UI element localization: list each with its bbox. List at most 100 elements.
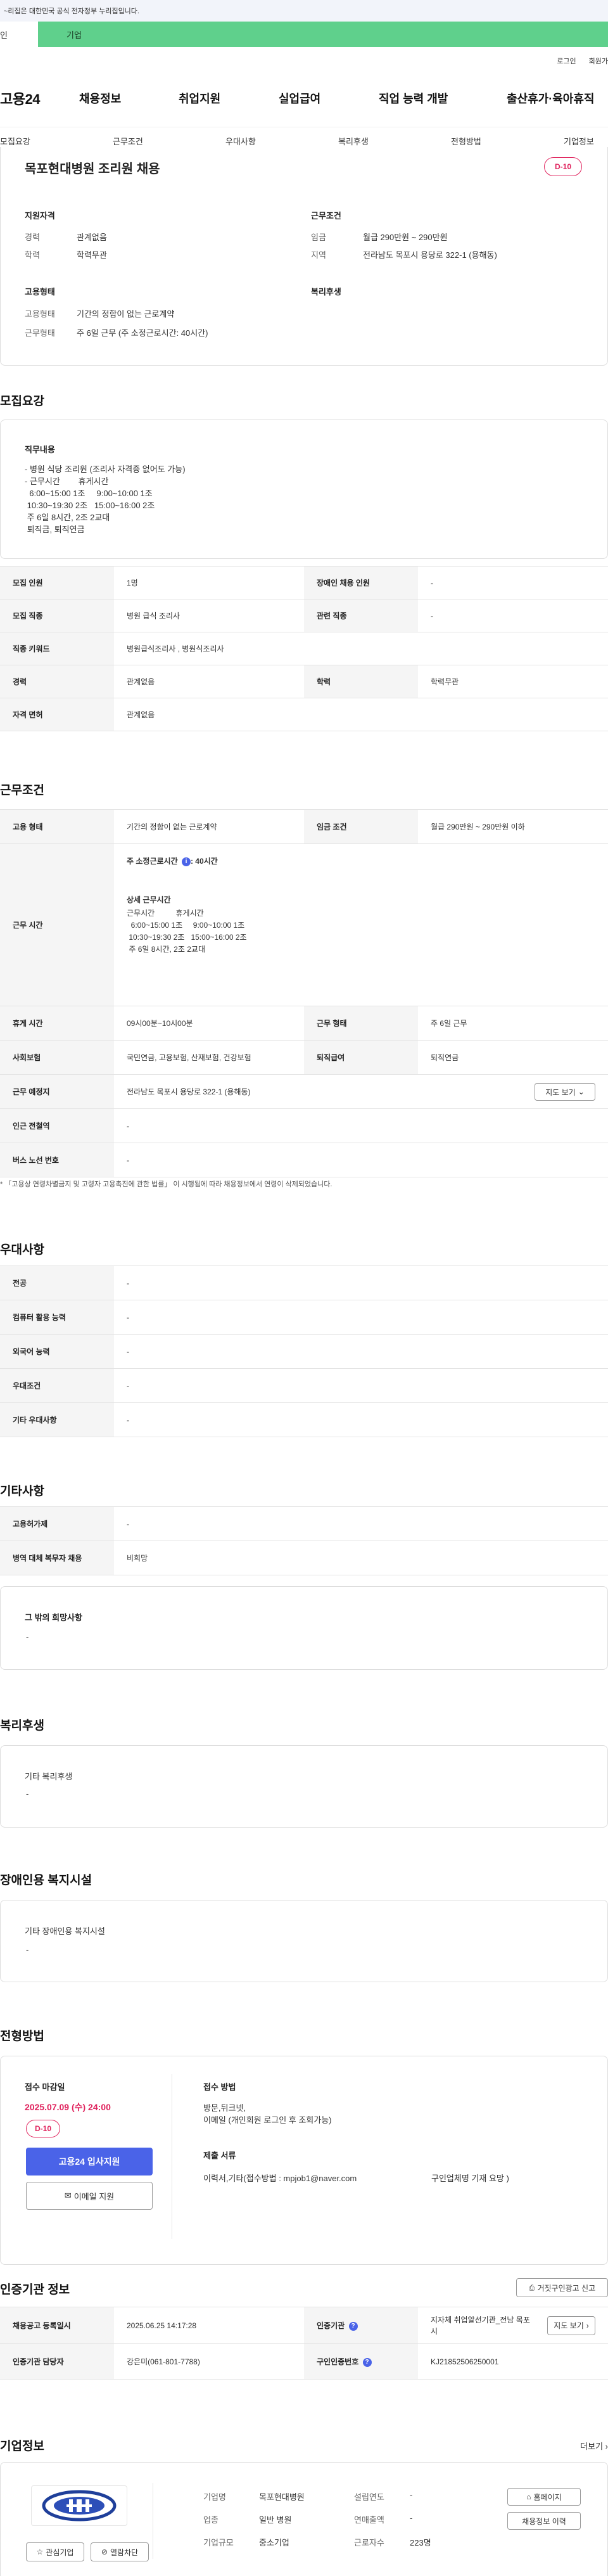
report-fake-ad-button[interactable]: ⎙ 거짓구인광고 신고 — [516, 2278, 608, 2297]
duty-head: 직무내용 — [25, 445, 55, 454]
section-title-etc: 기타사항 — [0, 1485, 44, 1498]
table-row: 우대조건 - — [0, 1368, 608, 1403]
docs-value: 이력서,기타(접수방법 : mpjob1@naver.com — [203, 2174, 357, 2183]
anchor-preference[interactable]: 우대사항 — [225, 135, 256, 147]
sales-value: - — [410, 2513, 413, 2523]
gnb-item-jobs[interactable]: 채용정보 — [79, 90, 121, 106]
company-more-link[interactable]: 더보기 › — [580, 2440, 608, 2452]
size-label: 기업규모 — [203, 2538, 234, 2547]
region-value: 전라남도 목포시 용당로 322-1 (용해동) — [363, 250, 497, 260]
table-row: 병역 대체 복무자 채용 비희망 — [0, 1541, 608, 1575]
cell-label: 채용공고 등록일시 — [0, 2307, 114, 2344]
gnb-item-training[interactable]: 직업 능력 개발 — [379, 90, 448, 106]
homepage-button[interactable]: ⌂ 홈페이지 — [507, 2488, 581, 2506]
info-icon[interactable]: ? — [362, 2357, 372, 2367]
docs-value-2: 구인업체명 기재 요망 ) — [431, 2174, 509, 2183]
util-links: 로그인 회원가 — [557, 56, 608, 66]
company-name-label: 기업명 — [203, 2492, 226, 2502]
gnb-item-parental-leave[interactable]: 출산휴가·육아휴직 — [507, 90, 594, 106]
cell-value: KJ21852506250001 — [418, 2343, 608, 2380]
conditions-table: 고용 형태 기간의 정함이 없는 근로계약 임금 조건 월급 290만원 ~ 2… — [0, 809, 608, 1177]
table-row: 고용 형태 기간의 정함이 없는 근로계약 임금 조건 월급 290만원 ~ 2… — [0, 809, 608, 844]
anchor-recruit[interactable]: 모집요강 — [0, 135, 30, 147]
info-icon[interactable]: ? — [348, 2321, 358, 2331]
site-logo[interactable]: 고용24 — [0, 88, 40, 108]
cell-value: - — [114, 1368, 608, 1403]
gnb-item-employment-support[interactable]: 취업지원 — [179, 90, 220, 106]
table-row: 컴퓨터 활용 능력 - — [0, 1300, 608, 1335]
tab-company[interactable]: 기업 — [38, 22, 608, 47]
join-link[interactable]: 회원가 — [589, 56, 608, 66]
welfare-card-head: 기타 복리후생 — [25, 1772, 73, 1781]
anchor-screening[interactable]: 전형방법 — [451, 135, 481, 147]
cond-head: 근무조건 — [311, 211, 341, 221]
cell-value: 기간의 정함이 없는 근로계약 — [114, 809, 304, 844]
cell-label: 외국어 능력 — [0, 1334, 114, 1369]
cell-value: 학력무관 — [418, 665, 608, 698]
cell-label: 컴퓨터 활용 능력 — [0, 1300, 114, 1335]
anchor-company[interactable]: 기업정보 — [564, 135, 594, 147]
summary-card: 목포현대병원 조리원 채용 D-10 지원자격 경력 관계없음 학력 학력무관 … — [0, 147, 608, 366]
jobs-history-button[interactable]: 채용정보 이력 — [507, 2512, 581, 2530]
emptype-label: 고용형태 — [25, 309, 55, 319]
cell-label: 퇴직급여 — [304, 1040, 418, 1075]
cell-value: 2025.06.25 14:17:28 — [114, 2307, 304, 2344]
company-logo — [31, 2485, 127, 2526]
map-button[interactable]: 지도 보기 ⌄ — [535, 1083, 595, 1101]
cell-label: 고용 형태 — [0, 809, 114, 844]
other-wishes-value: - — [26, 1632, 29, 1642]
cell-label: 근무 형태 — [304, 1006, 418, 1041]
info-icon[interactable]: i — [181, 857, 191, 866]
global-nav: 고용24 채용정보 취업지원 실업급여 직업 능력 개발 출산휴가·육아휴직 — [0, 86, 608, 111]
edu-label: 학력 — [25, 250, 40, 260]
employees-value: 223명 — [410, 2538, 431, 2547]
qual-head: 지원자격 — [25, 211, 55, 221]
cell-label: 근무 예정지 — [0, 1074, 114, 1109]
screening-card: 접수 마감일 2025.07.09 (수) 24:00 D-10 고용24 입사… — [0, 2056, 608, 2265]
cell-label: 고용허가제 — [0, 1506, 114, 1541]
apply-button[interactable]: 고용24 입사지원 — [26, 2148, 153, 2176]
cell-value: 병원 급식 조리사 — [114, 599, 304, 632]
gnb-item-unemployment[interactable]: 실업급여 — [279, 90, 320, 106]
founded-value: - — [410, 2490, 413, 2500]
industry-label: 업종 — [203, 2515, 218, 2525]
table-row: 외국어 능력 - — [0, 1334, 608, 1369]
cell-label: 구인인증번호 ? — [304, 2343, 418, 2380]
cert-map-button[interactable]: 지도 보기 › — [547, 2316, 595, 2335]
welfare-card: 기타 복리후생 - — [0, 1745, 608, 1828]
cell-value: - — [114, 1402, 608, 1437]
member-type-tabs: 인 기업 — [0, 22, 608, 47]
cell-value: - — [114, 1300, 608, 1335]
cell-value: 주 6일 근무 — [418, 1006, 608, 1041]
detail-hours-head: 상세 근무시간 — [127, 895, 171, 904]
cell-label: 전공 — [0, 1266, 114, 1300]
table-row: 근무 시간 주 소정근로시간 i: 40시간 상세 근무시간 근무시간 휴게시간… — [0, 843, 608, 1006]
section-title-cert: 인증기관 정보 — [0, 2283, 70, 2297]
cell-label: 인증기관 ? — [304, 2307, 418, 2344]
cell-label: 기타 우대사항 — [0, 1402, 114, 1437]
cell-value: - — [114, 1108, 608, 1143]
cell-label: 경력 — [0, 665, 114, 698]
wage-value: 월급 290만원 ~ 290만원 — [363, 233, 448, 242]
edu-value: 학력무관 — [77, 250, 107, 260]
company-logo-icon — [42, 2490, 117, 2522]
recruit-table: 모집 인원 1명 장애인 채용 인원 - 모집 직종 병원 급식 조리사 관련 … — [0, 566, 608, 731]
anchor-welfare[interactable]: 복리후생 — [338, 135, 369, 147]
other-wishes-head: 그 밖의 희망사항 — [25, 1613, 82, 1622]
company-card: 기업명 목포현대병원 설립연도 - 업종 일반 병원 연매출액 - 기업규모 중… — [0, 2462, 608, 2576]
table-row: 모집 인원 1명 장애인 채용 인원 - — [0, 566, 608, 599]
cert-table: 채용공고 등록일시 2025.06.25 14:17:28 인증기관 ? 지자체… — [0, 2307, 608, 2380]
block-view-button[interactable]: ⊘ 열람차단 — [91, 2542, 149, 2561]
favorite-company-button[interactable]: ☆ 관심기업 — [26, 2542, 84, 2561]
cell-label: 버스 노선 번호 — [0, 1143, 114, 1177]
gov-banner: ~리집은 대한민국 공식 전자정부 누리집입니다. — [0, 0, 608, 22]
anchor-conditions[interactable]: 근무조건 — [113, 135, 143, 147]
tab-person[interactable]: 인 — [0, 22, 38, 47]
table-row: 전공 - — [0, 1266, 608, 1300]
email-apply-button[interactable]: ✉ 이메일 지원 — [26, 2182, 153, 2210]
cell-label: 학력 — [304, 665, 418, 698]
login-link[interactable]: 로그인 — [557, 56, 576, 66]
cell-value: 월급 290만원 ~ 290만원 이하 — [418, 809, 608, 844]
age-notice: * 「고용상 연령차별금지 및 고령자 고용촉진에 관한 법률」 이 시행됨에 … — [0, 1181, 332, 1188]
deadline-head: 접수 마감일 — [25, 2082, 65, 2092]
